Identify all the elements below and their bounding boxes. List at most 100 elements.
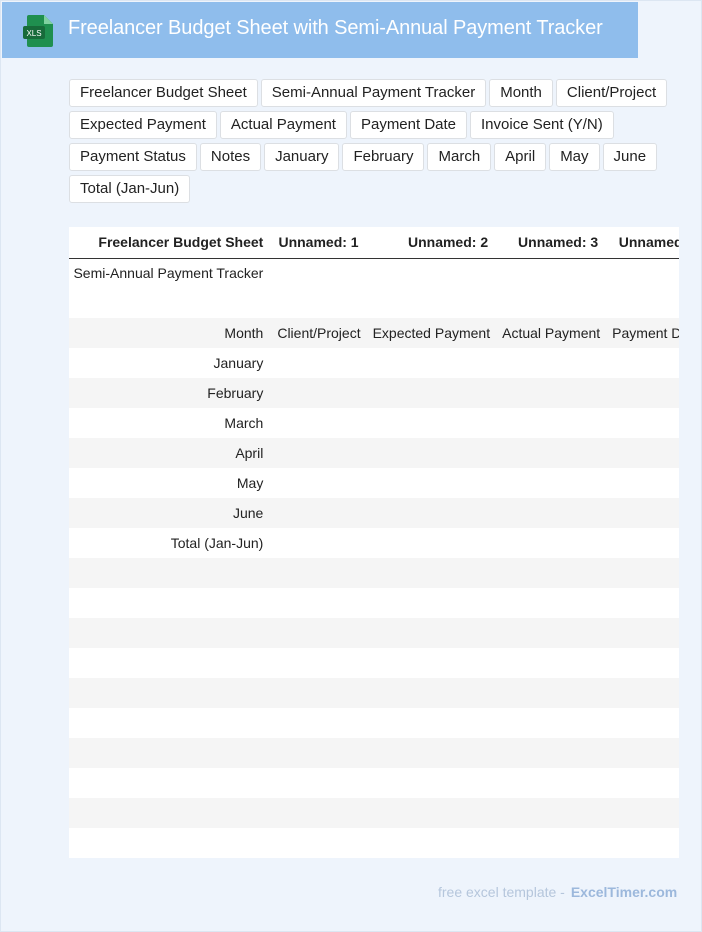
table-row: 5March [69, 408, 679, 438]
table-cell: Semi-Annual Payment Tracker [69, 258, 272, 288]
table-cell [271, 798, 367, 828]
footer-text: free excel template - [438, 884, 565, 900]
table-cell: Total (Jan-Jun) [69, 528, 272, 558]
table-cell [366, 468, 497, 498]
table-cell [366, 498, 497, 528]
tag-item[interactable]: Semi-Annual Payment Tracker [260, 79, 487, 107]
table-cell [606, 288, 679, 318]
table-cell [496, 768, 607, 798]
table-cell [69, 288, 272, 318]
tag-item[interactable]: Payment Status [69, 143, 197, 171]
table-row: 16 [69, 738, 679, 768]
tag-item[interactable]: January [264, 143, 340, 171]
table-cell [496, 288, 607, 318]
table-row: 18 [69, 798, 679, 828]
table-cell [606, 408, 679, 438]
table-row: 1 [69, 288, 679, 318]
tag-item[interactable]: June [602, 143, 658, 171]
tag-item[interactable]: Freelancer Budget Sheet [69, 79, 258, 107]
table-cell: May [69, 468, 272, 498]
table-row: 15 [69, 708, 679, 738]
table-cell [606, 348, 679, 378]
tag-list: Freelancer Budget Sheet Semi-Annual Payme… [69, 79, 669, 203]
table-cell [271, 558, 367, 588]
table-cell [496, 828, 607, 858]
spreadsheet-preview: Freelancer Budget Sheet Unnamed: 1 Unnamed… [69, 227, 679, 858]
tag-item[interactable]: Payment Date [349, 111, 468, 139]
tag-item[interactable]: Actual Payment [219, 111, 347, 139]
table-cell [606, 828, 679, 858]
table-row: 17 [69, 768, 679, 798]
tag-item[interactable]: May [549, 143, 600, 171]
table-row: 9Total (Jan-Jun) [69, 528, 679, 558]
table-cell [366, 378, 497, 408]
tag-item[interactable]: Client/Project [555, 79, 668, 107]
table-cell [271, 768, 367, 798]
tag-item[interactable]: Notes [199, 143, 262, 171]
table-cell [496, 438, 607, 468]
table-cell [271, 828, 367, 858]
table-cell: June [69, 498, 272, 528]
table-cell [606, 378, 679, 408]
table-cell [606, 438, 679, 468]
tag-item[interactable]: March [427, 143, 492, 171]
table-cell [69, 648, 272, 678]
table-cell [496, 378, 607, 408]
data-table: Freelancer Budget Sheet Unnamed: 1 Unnamed… [69, 227, 679, 858]
table-cell [606, 618, 679, 648]
table-row: 3January [69, 348, 679, 378]
table-cell [606, 528, 679, 558]
table-cell [366, 768, 497, 798]
tag-item[interactable]: Invoice Sent (Y/N) [470, 111, 614, 139]
table-cell [366, 618, 497, 648]
table-cell [496, 498, 607, 528]
table-row: 12 [69, 618, 679, 648]
table-cell [69, 618, 272, 648]
column-header: Unnamed: 3 [496, 227, 607, 259]
tag-item[interactable]: Expected Payment [69, 111, 217, 139]
table-cell [271, 408, 367, 438]
table-cell [496, 618, 607, 648]
table-cell [271, 498, 367, 528]
svg-text:XLS: XLS [26, 29, 41, 38]
table-cell [366, 678, 497, 708]
table-cell [69, 678, 272, 708]
table-cell [271, 738, 367, 768]
table-cell [606, 798, 679, 828]
table-cell [496, 258, 607, 288]
table-cell [606, 468, 679, 498]
tag-item[interactable]: February [342, 143, 425, 171]
table-row: 4February [69, 378, 679, 408]
table-cell [69, 798, 272, 828]
table-cell [496, 798, 607, 828]
table-cell [271, 708, 367, 738]
tag-item[interactable]: April [494, 143, 547, 171]
table-cell [366, 738, 497, 768]
table-cell [366, 648, 497, 678]
table-row: 6April [69, 438, 679, 468]
footer: free excel template - ExcelTimer.com [438, 884, 677, 900]
table-cell [496, 708, 607, 738]
table-cell [366, 528, 497, 558]
table-row: 10 [69, 558, 679, 588]
table-cell [366, 588, 497, 618]
table-cell [606, 648, 679, 678]
table-cell [69, 738, 272, 768]
table-cell [366, 828, 497, 858]
table-cell [69, 558, 272, 588]
tag-item[interactable]: Total (Jan-Jun) [69, 175, 191, 203]
tag-item[interactable]: Month [489, 79, 553, 107]
column-header: Unnamed: 1 [271, 227, 367, 259]
table-cell [366, 708, 497, 738]
table-cell: Client/Project [271, 318, 367, 348]
table-cell [496, 738, 607, 768]
table-cell: Expected Payment [366, 318, 497, 348]
table-cell [496, 348, 607, 378]
table-cell [271, 528, 367, 558]
footer-brand-link[interactable]: ExcelTimer.com [571, 884, 677, 900]
table-cell [366, 258, 497, 288]
table-cell [366, 438, 497, 468]
table-cell [606, 498, 679, 528]
table-cell [606, 558, 679, 588]
table-cell [496, 588, 607, 618]
